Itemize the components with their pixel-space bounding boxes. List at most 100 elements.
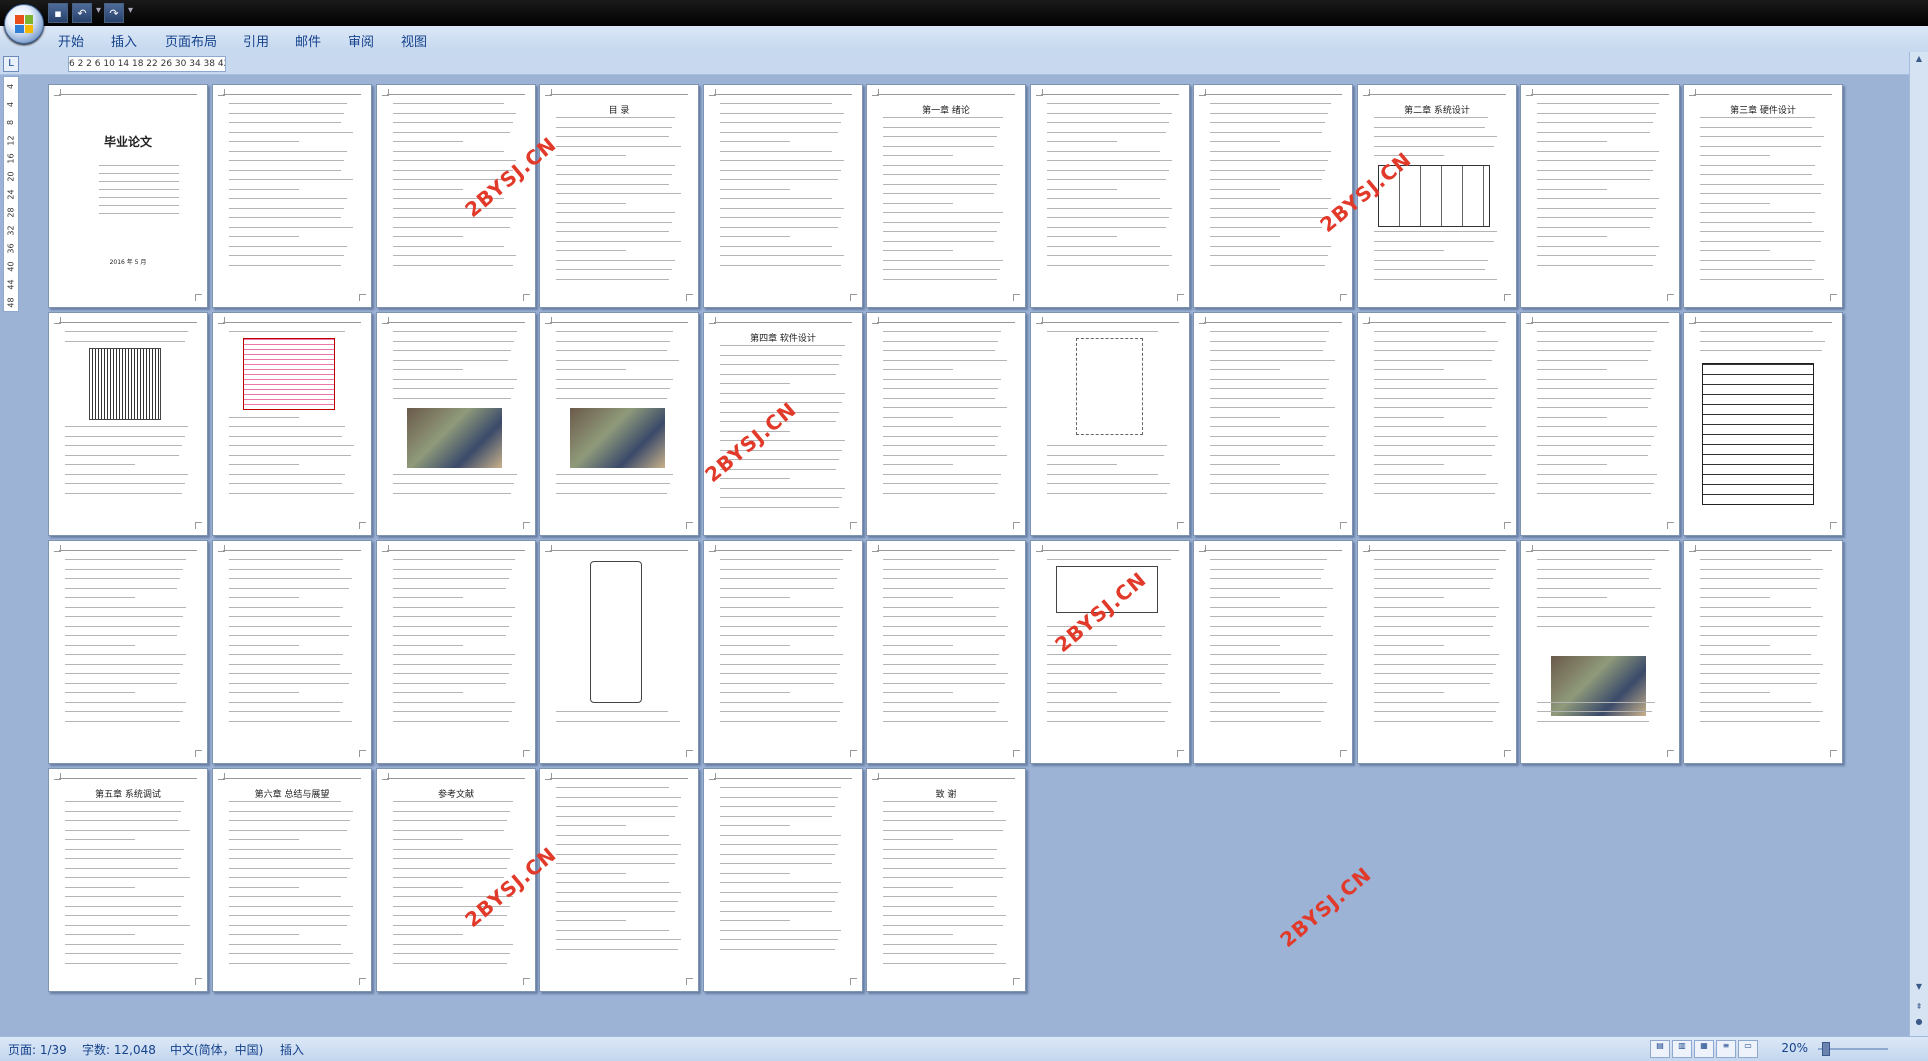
page-thumbnail[interactable] <box>703 84 863 308</box>
tab-view[interactable]: 视图 <box>401 31 427 50</box>
text-line <box>883 359 1007 361</box>
page-thumbnail[interactable] <box>703 540 863 764</box>
word-count[interactable]: 字数: 12,048 <box>82 1041 156 1058</box>
text-line <box>1700 606 1811 608</box>
text-line <box>1700 155 1770 156</box>
page-thumbnail[interactable] <box>1357 312 1517 536</box>
page-thumbnail[interactable] <box>212 84 372 308</box>
page-thumbnail[interactable] <box>539 540 699 764</box>
ribbon-tabs: 开始 插入 页面布局 引用 邮件 审阅 视图 ? <box>0 26 1928 69</box>
page-thumbnail[interactable] <box>703 768 863 992</box>
page-thumbnail[interactable] <box>1683 540 1843 764</box>
text-line <box>393 141 463 142</box>
page-thumbnail[interactable] <box>1030 312 1190 536</box>
zoom-slider-handle[interactable] <box>1822 1042 1830 1056</box>
page-thumbnail[interactable]: 第一章 绪论 <box>866 84 1026 308</box>
text-line <box>1210 692 1280 693</box>
page-thumbnail[interactable] <box>1193 540 1353 764</box>
page-thumbnail[interactable] <box>539 768 699 992</box>
insert-mode[interactable]: 插入 <box>280 1041 304 1058</box>
text-line <box>1374 388 1498 389</box>
text-line <box>556 901 678 902</box>
customize-qat-icon[interactable]: ▾ <box>128 5 133 21</box>
page-thumbnail[interactable] <box>212 312 372 536</box>
text-line <box>883 701 999 703</box>
tab-review[interactable]: 审阅 <box>348 31 374 50</box>
page-thumbnail[interactable] <box>48 312 208 536</box>
page-thumbnail[interactable] <box>1520 540 1680 764</box>
text-line <box>556 340 670 342</box>
save-icon[interactable]: ▪ <box>48 3 68 23</box>
page-thumbnail[interactable]: 目 录 <box>539 84 699 308</box>
dropdown-icon[interactable]: ▾ <box>96 5 101 21</box>
text-line <box>720 834 841 836</box>
page-thumbnail[interactable] <box>48 540 208 764</box>
text-line <box>65 616 183 617</box>
scroll-down-icon[interactable]: ▼ <box>1913 982 1925 994</box>
text-line <box>720 673 837 674</box>
tab-insert[interactable]: 插入 <box>111 31 137 50</box>
page-count[interactable]: 页面: 1/39 <box>8 1041 67 1058</box>
page-thumbnail[interactable]: 第二章 系统设计 <box>1357 84 1517 308</box>
text-line <box>556 948 678 950</box>
prev-page-icon[interactable]: ⇞ <box>1913 1002 1925 1014</box>
text-line <box>393 820 507 821</box>
page-thumbnail[interactable] <box>212 540 372 764</box>
text-line <box>393 236 463 237</box>
text-line <box>720 559 843 560</box>
text-line <box>1374 644 1444 646</box>
page-thumbnail[interactable] <box>1683 312 1843 536</box>
page-thumbnail[interactable]: 致 谢 <box>866 768 1026 992</box>
text-line <box>1210 198 1331 199</box>
text-line <box>883 943 997 945</box>
tab-mailings[interactable]: 邮件 <box>295 31 321 50</box>
text-line <box>393 701 515 703</box>
vertical-ruler[interactable]: 4 4 8 12 16 20 24 28 32 36 40 44 48 <box>3 76 19 312</box>
document-workspace[interactable]: 毕业论文 2016 年 5 月 目 录 第一章 绪论 第二章 系统设计 第三章 硬件设计第… <box>22 76 1902 1026</box>
tab-stop-selector[interactable]: L <box>3 56 19 72</box>
page-thumbnail[interactable] <box>866 540 1026 764</box>
page-thumbnail[interactable] <box>1193 84 1353 308</box>
text-line <box>1537 264 1653 266</box>
language-indicator[interactable]: 中文(简体，中国) <box>170 1041 263 1058</box>
page-thumbnail[interactable] <box>1520 312 1680 536</box>
outline-icon[interactable]: ≡ <box>1716 1040 1736 1058</box>
page-thumbnail[interactable] <box>376 540 536 764</box>
text-line <box>556 891 681 893</box>
page-thumbnail[interactable] <box>1193 312 1353 536</box>
page-thumbnail[interactable]: 毕业论文 2016 年 5 月 <box>48 84 208 308</box>
text-line <box>1374 454 1492 456</box>
full-screen-reading-icon[interactable]: ▥ <box>1672 1040 1692 1058</box>
horizontal-ruler[interactable]: 6 2 2 6 10 14 18 22 26 30 34 38 42 46 48 <box>68 56 226 72</box>
page-thumbnail[interactable] <box>376 84 536 308</box>
scroll-up-icon[interactable]: ▲ <box>1913 54 1925 66</box>
redo-icon[interactable]: ↷ <box>104 3 124 23</box>
tab-home[interactable]: 开始 <box>58 31 84 50</box>
print-layout-icon[interactable]: ▤ <box>1650 1040 1670 1058</box>
page-thumbnail[interactable] <box>866 312 1026 536</box>
text-line <box>1537 445 1651 446</box>
page-thumbnail[interactable] <box>1520 84 1680 308</box>
page-thumbnail[interactable] <box>376 312 536 536</box>
zoom-level[interactable]: 20% <box>1781 1041 1808 1055</box>
page-thumbnail[interactable] <box>1357 540 1517 764</box>
page-thumbnail[interactable]: 第六章 总结与展望 <box>212 768 372 992</box>
office-button[interactable] <box>4 4 44 44</box>
tab-page-layout[interactable]: 页面布局 <box>165 31 217 50</box>
text-line <box>720 910 832 912</box>
select-browse-object-icon[interactable]: ● <box>1913 1017 1925 1029</box>
text-line <box>1047 492 1167 494</box>
vertical-scrollbar[interactable]: ▲ ▼ ⇞ ● <box>1909 52 1928 1036</box>
tab-references[interactable]: 引用 <box>243 31 269 50</box>
page-thumbnail[interactable] <box>1030 540 1190 764</box>
page-thumbnail[interactable] <box>1030 84 1190 308</box>
page-thumbnail[interactable] <box>539 312 699 536</box>
undo-icon[interactable]: ↶ <box>72 3 92 23</box>
draft-icon[interactable]: ▭ <box>1738 1040 1758 1058</box>
text-line <box>1210 673 1321 674</box>
text-line <box>1537 378 1657 380</box>
page-thumbnail[interactable]: 第五章 系统调试 <box>48 768 208 992</box>
web-layout-icon[interactable]: ▦ <box>1694 1040 1714 1058</box>
margin-mark <box>54 545 61 552</box>
page-thumbnail[interactable]: 第三章 硬件设计 <box>1683 84 1843 308</box>
